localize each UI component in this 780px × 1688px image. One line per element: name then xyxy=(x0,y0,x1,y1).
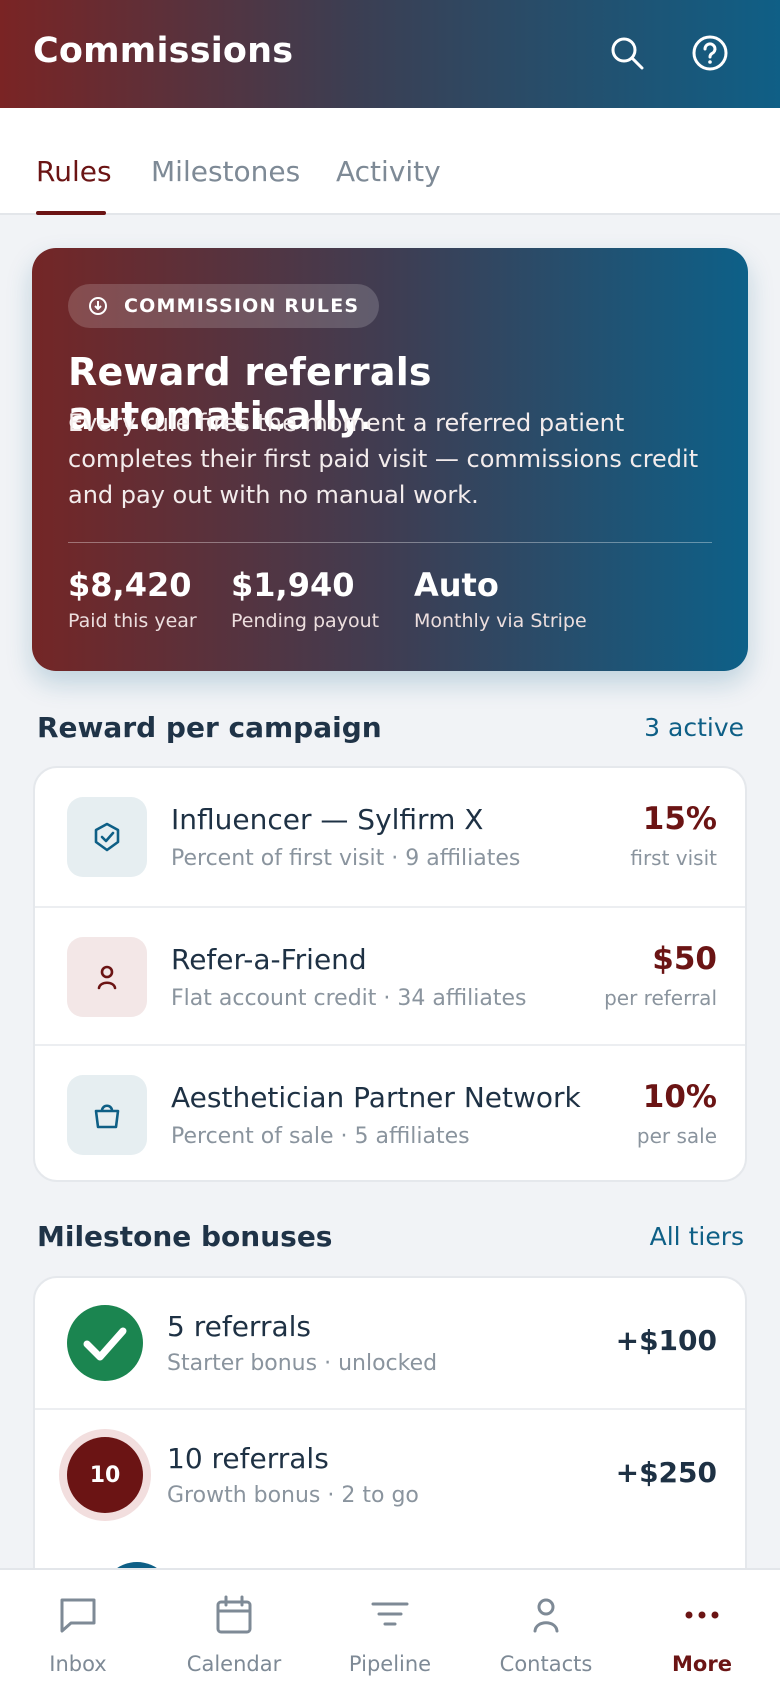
help-icon xyxy=(692,35,728,71)
stat-label: Monthly via Stripe xyxy=(414,610,587,632)
hero-description: Every rule fires the moment a referred p… xyxy=(68,409,699,509)
milestones-card: 5 referrals Starter bonus · unlocked +$1… xyxy=(33,1276,747,1606)
search-button[interactable] xyxy=(606,32,648,74)
bottom-nav: Inbox Calendar Pipeline Contacts More xyxy=(0,1568,780,1688)
check-circle-icon xyxy=(67,1305,143,1381)
nav-label: Inbox xyxy=(49,1652,107,1676)
milestone-amount: +$100 xyxy=(615,1324,717,1357)
milestone-row-10[interactable]: 10 10 referrals Growth bonus · 2 to go +… xyxy=(35,1408,745,1538)
campaign-detail: Percent of sale · 5 affiliates xyxy=(171,1124,470,1149)
campaigns-card: Influencer — Sylfirm X Percent of first … xyxy=(33,766,747,1182)
milestone-badge: 10 xyxy=(67,1437,143,1513)
nav-label: Pipeline xyxy=(348,1652,432,1676)
nav-label: More xyxy=(672,1652,732,1676)
stat-pending-payout: $1,940 Pending payout xyxy=(231,566,379,632)
person-icon xyxy=(533,1598,559,1633)
campaign-detail: Percent of first visit · 9 affiliates xyxy=(171,846,521,871)
campaign-icon-box xyxy=(67,1075,147,1155)
campaign-amount: 10% xyxy=(642,1079,717,1115)
campaign-detail: Flat account credit · 34 affiliates xyxy=(171,986,527,1011)
milestone-name: 5 referrals xyxy=(167,1310,311,1343)
milestone-badge-ring: 10 xyxy=(59,1429,151,1521)
calendar-icon xyxy=(216,1595,252,1634)
milestone-name: 10 referrals xyxy=(167,1442,329,1475)
shopping-bag-icon xyxy=(94,1104,120,1129)
stat-value: Auto xyxy=(414,566,499,604)
more-dots-icon xyxy=(685,1611,719,1619)
nav-inbox[interactable]: Inbox xyxy=(0,1570,156,1688)
campaign-row-aesthetician-network[interactable]: Aesthetician Partner Network Percent of … xyxy=(35,1044,745,1180)
milestones-section-title: Milestone bonuses xyxy=(37,1220,333,1253)
stat-label: Pending payout xyxy=(231,610,380,632)
campaign-icon-box xyxy=(67,937,147,1017)
all-tiers-link[interactable]: All tiers xyxy=(650,1222,744,1251)
nav-label: Contacts xyxy=(499,1652,593,1676)
page-title: Commissions xyxy=(33,31,294,71)
milestone-detail: Growth bonus · 2 to go xyxy=(167,1483,419,1508)
tab-bar: Rules Milestones Activity xyxy=(0,108,780,215)
nav-more[interactable]: More xyxy=(624,1570,780,1688)
stat-payout-method: Auto Monthly via Stripe xyxy=(414,566,587,632)
campaign-name: Refer-a-Friend xyxy=(171,943,367,976)
milestone-row-5[interactable]: 5 referrals Starter bonus · unlocked +$1… xyxy=(35,1278,745,1408)
shield-check-icon xyxy=(94,822,120,852)
campaign-icon-box xyxy=(67,797,147,877)
help-button[interactable] xyxy=(689,32,731,74)
campaigns-section-title: Reward per campaign xyxy=(37,711,382,744)
nav-contacts[interactable]: Contacts xyxy=(468,1570,624,1688)
campaign-name: Influencer — Sylfirm X xyxy=(171,803,484,836)
campaign-row-influencer[interactable]: Influencer — Sylfirm X Percent of first … xyxy=(35,768,745,906)
campaign-unit: first visit xyxy=(630,846,717,870)
search-icon xyxy=(611,37,644,70)
tab-milestones[interactable]: Milestones xyxy=(151,155,300,188)
person-icon xyxy=(97,965,117,990)
campaign-amount: $50 xyxy=(652,941,717,977)
coin-icon xyxy=(89,297,107,315)
campaign-name: Aesthetician Partner Network xyxy=(171,1081,581,1114)
hero-badge-label: COMMISSION RULES xyxy=(124,295,360,317)
campaign-unit: per referral xyxy=(604,986,717,1010)
hero-badge: COMMISSION RULES xyxy=(68,284,380,328)
stat-value: $8,420 xyxy=(68,566,192,604)
milestone-amount: +$250 xyxy=(615,1456,717,1489)
campaign-unit: per sale xyxy=(636,1124,717,1148)
nav-calendar[interactable]: Calendar xyxy=(156,1570,312,1688)
tab-rules[interactable]: Rules xyxy=(36,155,112,188)
active-tab-indicator xyxy=(36,211,106,215)
stat-paid-this-year: $8,420 Paid this year xyxy=(68,566,197,632)
nav-label: Calendar xyxy=(186,1652,282,1676)
commission-rules-hero: COMMISSION RULES Reward referrals automa… xyxy=(32,248,748,671)
campaign-amount: 15% xyxy=(642,801,717,837)
campaigns-active-link[interactable]: 3 active xyxy=(644,713,744,742)
milestone-detail: Starter bonus · unlocked xyxy=(167,1351,438,1376)
nav-pipeline[interactable]: Pipeline xyxy=(312,1570,468,1688)
filter-lines-icon xyxy=(371,1602,409,1626)
tab-activity[interactable]: Activity xyxy=(336,155,441,188)
hero-divider xyxy=(68,542,712,543)
campaign-row-refer-a-friend[interactable]: Refer-a-Friend Flat account credit · 34 … xyxy=(35,906,745,1044)
stat-value: $1,940 xyxy=(231,566,355,604)
stat-label: Paid this year xyxy=(68,610,197,632)
chat-bubble-icon xyxy=(60,1598,96,1633)
app-bar: Commissions xyxy=(0,0,780,108)
